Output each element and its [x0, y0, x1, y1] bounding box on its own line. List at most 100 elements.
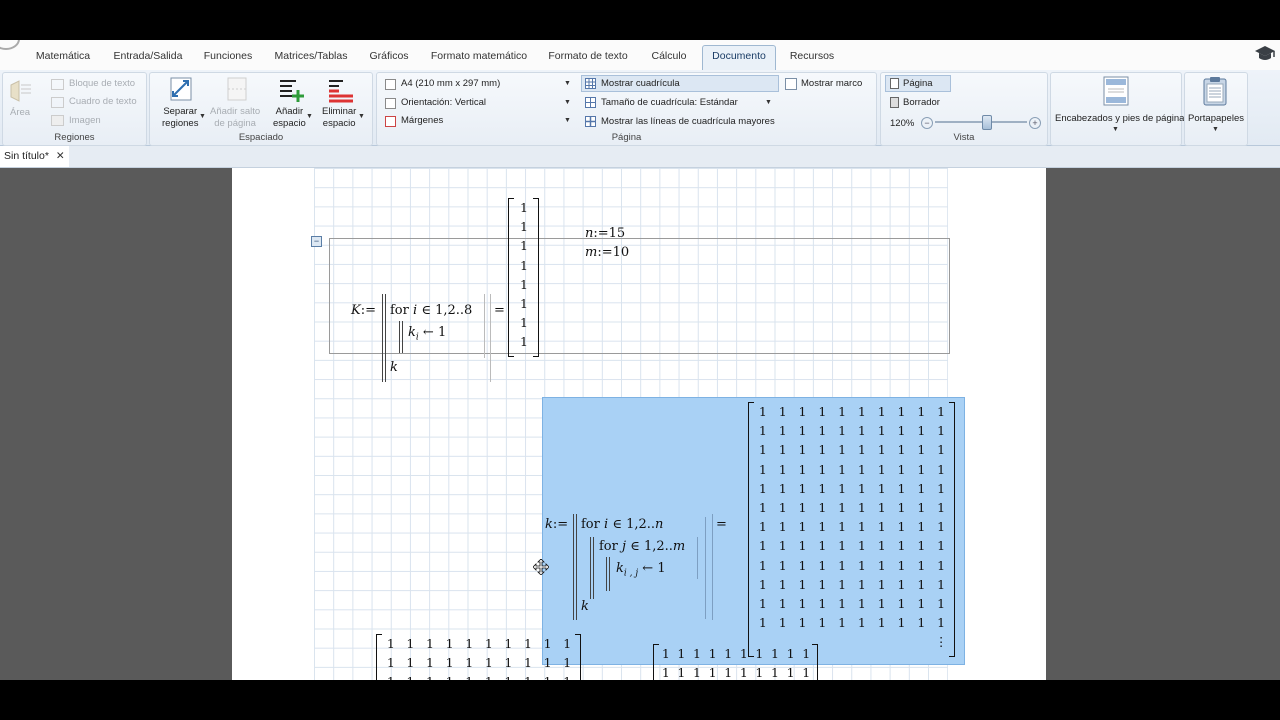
matrix-cell: 1 [937, 615, 946, 631]
tab-calculo[interactable]: Cálculo [646, 46, 692, 68]
tab-matematica[interactable]: Matemática [30, 46, 96, 68]
matrix-cell: 1 [758, 596, 767, 611]
tab-graficos[interactable]: Gráficos [364, 46, 414, 68]
matrix-cell: 1 [818, 596, 827, 611]
separar-regiones-button[interactable]: Separar regiones [162, 106, 198, 130]
group-vista: Página Borrador 120% − + Vista [880, 72, 1048, 146]
matrix-cell: 1 [897, 557, 906, 573]
major-grid-toggle[interactable]: Mostrar las líneas de cuadrícula mayores [601, 116, 775, 127]
matrix-cell: 1 [857, 461, 866, 477]
tab-documento[interactable]: Documento [702, 45, 776, 71]
K-lhs[interactable]: K:= [351, 303, 376, 318]
matrix-cell: 1 [897, 423, 906, 439]
n-definition[interactable]: n:=15 [585, 226, 625, 241]
matrix-cell: 1 [778, 615, 787, 631]
orientation-dropdown-icon[interactable]: ▼ [564, 99, 571, 106]
k-outer-for[interactable]: for i ∈ 1,2..n [581, 517, 663, 532]
K-assign: := [360, 303, 376, 318]
matrix-cell: 1 [917, 538, 926, 554]
matrix-cell: 1 [857, 500, 866, 515]
eliminar-espacio-button[interactable]: Eliminar espacio [322, 106, 356, 130]
portapapeles-button[interactable]: Portapapeles [1188, 113, 1244, 124]
margins-select[interactable]: Márgenes [401, 115, 443, 126]
worksheet-page[interactable]: − n:=15 m:=10 K:= for i ∈ 1,2..8 ki ← 1 … [232, 168, 1046, 680]
worksheet-area[interactable]: − n:=15 m:=10 K:= for i ∈ 1,2..8 ki ← 1 … [0, 168, 1280, 680]
collapse-area-icon[interactable]: − [311, 236, 322, 247]
bloque-texto-button[interactable]: Bloque de texto [69, 78, 135, 89]
matrix-cell: 1 [778, 596, 787, 611]
margins-dropdown-icon[interactable]: ▼ [564, 117, 571, 124]
zoom-slider-thumb[interactable] [981, 115, 992, 130]
matrix-cell: 1 [778, 404, 787, 419]
program-bar [402, 321, 403, 353]
matrix-cell: 1 [520, 315, 528, 331]
matrix-cell: 1 [818, 442, 827, 458]
cuadro-texto-button[interactable]: Cuadro de texto [69, 96, 137, 107]
group-label-pagina: Página [611, 132, 642, 143]
matrix-cell: 1 [877, 596, 886, 611]
page-size-dropdown-icon[interactable]: ▼ [564, 80, 571, 87]
encabezados-dropdown-icon[interactable]: ▼ [1112, 126, 1119, 133]
zoom-out-icon[interactable]: − [921, 117, 933, 129]
K-for-line[interactable]: for i ∈ 1,2..8 [390, 303, 472, 318]
portapapeles-dropdown-icon[interactable]: ▼ [1212, 126, 1219, 133]
tab-funciones[interactable]: Funciones [200, 46, 256, 68]
matrix-cell: 1 [798, 557, 807, 573]
matrix-cell: 1 [758, 576, 767, 592]
view-borrador-button[interactable]: Borrador [903, 97, 940, 108]
partial-matrix-left[interactable]: 1111111111111111111111111111111111111111… [376, 634, 582, 680]
graduation-cap-icon[interactable] [1254, 44, 1276, 64]
area-button[interactable]: Área [10, 107, 30, 118]
tab-matrices-tablas[interactable]: Matrices/Tablas [272, 46, 350, 68]
matrix-cell: 1 [897, 576, 906, 592]
k-return[interactable]: k [581, 599, 589, 614]
image-icon [51, 115, 64, 126]
document-tab[interactable]: Sin título* ✕ [0, 146, 69, 167]
tab-formato-matematico[interactable]: Formato matemático [428, 46, 530, 68]
partial-matrix-right[interactable]: 1111111111111111111111111111111111111111 [653, 644, 819, 680]
orientation-select[interactable]: Orientación: Vertical [401, 97, 486, 108]
close-tab-icon[interactable]: ✕ [56, 150, 65, 162]
matrix-cell: 1 [897, 615, 906, 631]
matrix-cell: 1 [937, 576, 946, 592]
matrix-cell: 1 [838, 557, 847, 573]
tab-recursos[interactable]: Recursos [786, 46, 838, 68]
mostrar-marco-checkbox[interactable] [785, 78, 797, 90]
document-tab-title: Sin título* [4, 150, 49, 162]
anadir-dropdown-icon[interactable]: ▼ [306, 113, 313, 120]
anadir-salto-button[interactable]: Añadir salto de página [210, 106, 260, 130]
matrix-cell: 1 [386, 655, 395, 671]
K-result-matrix[interactable]: 1 1 1 1 1 1 1 1 [508, 198, 540, 358]
tab-formato-texto[interactable]: Formato de texto [544, 46, 632, 68]
k-lhs[interactable]: k:= [545, 517, 568, 532]
k-result-matrix[interactable]: 1111111111111111111111111111111111111111… [748, 402, 956, 658]
zoom-in-icon[interactable]: + [1029, 117, 1041, 129]
body-sub: i [415, 332, 419, 343]
page-size-select[interactable]: A4 (210 mm x 297 mm) [401, 78, 500, 89]
k-body-line[interactable]: ki , j ← 1 [616, 561, 666, 579]
tab-entrada-salida[interactable]: Entrada/Salida [110, 46, 186, 68]
K-return[interactable]: k [390, 360, 398, 375]
matrix-cell: 1 [758, 557, 767, 573]
imagen-button[interactable]: Imagen [69, 115, 101, 126]
encabezados-button[interactable]: Encabezados y pies de página [1055, 113, 1184, 124]
k-inner-for[interactable]: for j ∈ 1,2..m [599, 539, 685, 554]
app-menu-icon[interactable] [0, 40, 20, 50]
matrix-cell: 1 [917, 519, 926, 535]
eliminar-dropdown-icon[interactable]: ▼ [358, 113, 365, 120]
separar-dropdown-icon[interactable]: ▼ [199, 113, 206, 120]
matrix-cell: 1 [937, 461, 946, 477]
matrix-cell: 1 [818, 480, 827, 496]
m-definition[interactable]: m:=10 [585, 245, 629, 260]
anadir-espacio-button[interactable]: Añadir espacio [273, 106, 306, 130]
matrix-cell: 1 [897, 404, 906, 419]
grid-size-dropdown-icon[interactable]: ▼ [765, 99, 772, 106]
grid-size-select[interactable]: Tamaño de cuadrícula: Estándar [601, 97, 738, 108]
program-end-bar [705, 517, 706, 619]
matrix-cell: 1 [778, 461, 787, 477]
matrix-cell: 1 [818, 576, 827, 592]
matrix-cell: 1 [877, 480, 886, 496]
matrix-cell: 1 [798, 423, 807, 439]
K-body-line[interactable]: ki ← 1 [408, 325, 446, 343]
matrix-cell: 1 [504, 636, 513, 651]
